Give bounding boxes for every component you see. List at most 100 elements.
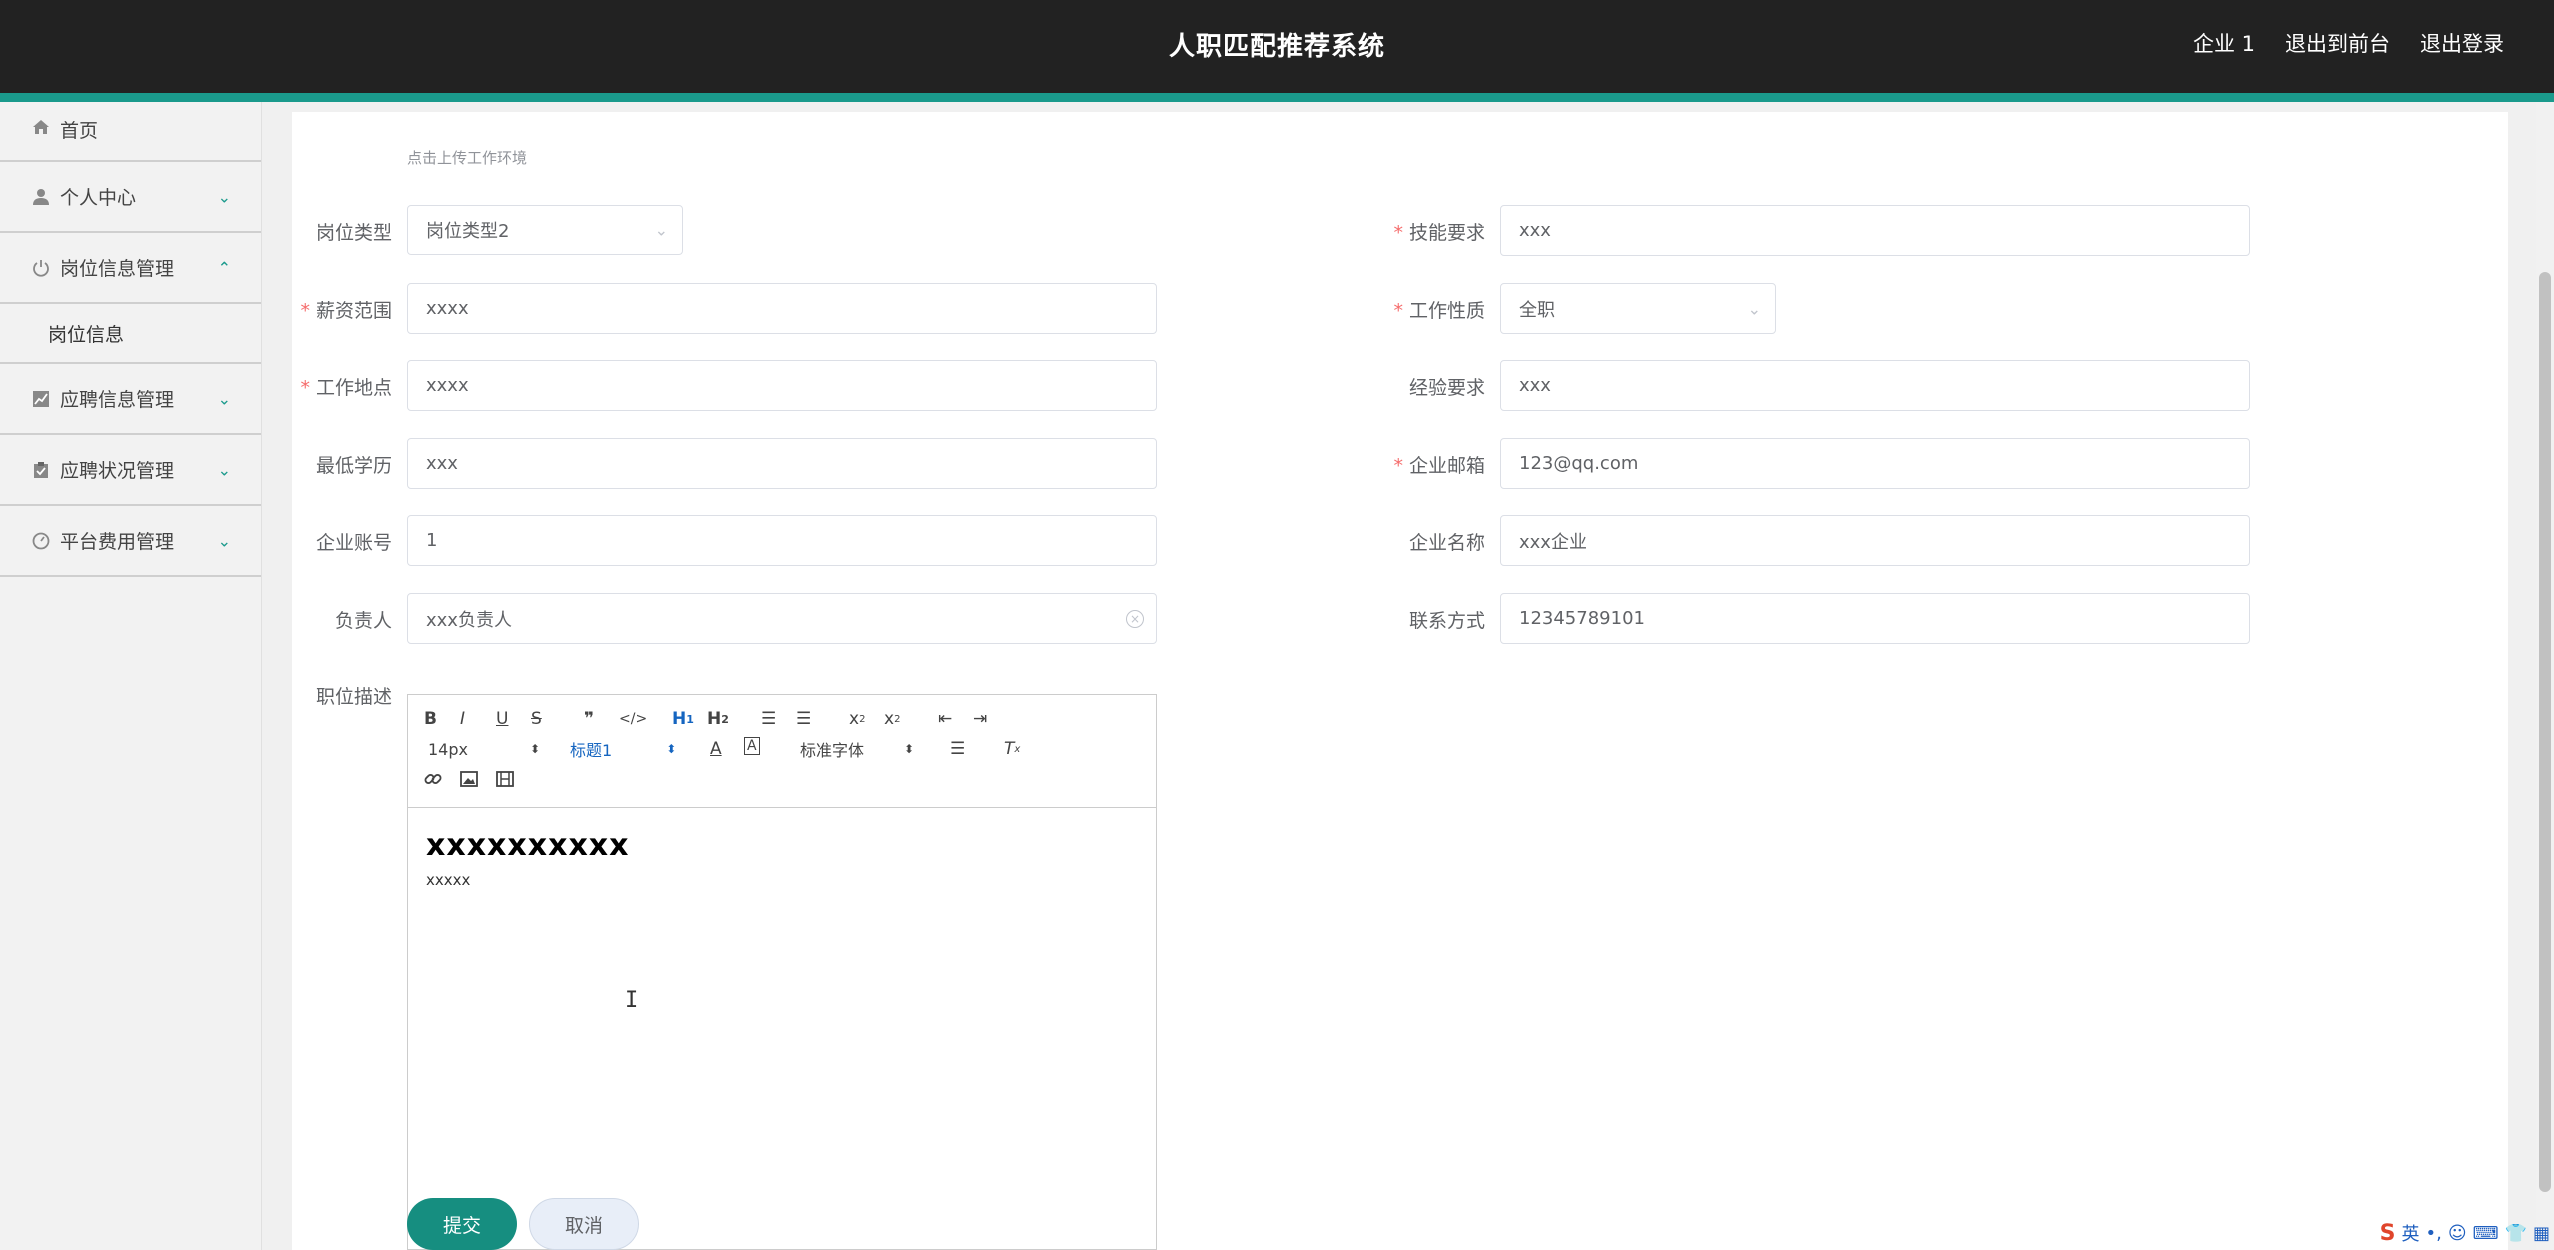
heading-select[interactable]: 标题1 ⬍ <box>570 737 676 761</box>
chevron-up-icon: ⌃ <box>217 258 231 277</box>
chevron-down-icon: ⌄ <box>654 220 668 240</box>
nav-logout[interactable]: 退出登录 <box>2420 28 2504 58</box>
indent-icon[interactable]: ⇥ <box>973 707 987 731</box>
skill-req-input[interactable]: xxx <box>1500 205 2250 256</box>
power-icon <box>30 257 52 279</box>
align-icon[interactable]: ☰ <box>950 737 965 761</box>
salary-input[interactable]: xxxx <box>407 283 1157 334</box>
company-name-input[interactable]: xxx企业 <box>1500 515 2250 566</box>
owner-input[interactable]: xxx负责人 × <box>407 593 1157 644</box>
job-type-select[interactable]: 岗位类型2 ⌄ <box>407 205 683 255</box>
text-cursor-icon: I <box>625 988 639 1013</box>
sidebar-item-job-info-management[interactable]: 岗位信息管理 ⌃ <box>0 233 261 304</box>
upload-work-environment-hint[interactable]: 点击上传工作环境 <box>407 147 527 168</box>
ime-logo-icon: S <box>2379 1220 2396 1246</box>
sidebar-item-label: 首页 <box>60 120 99 142</box>
clear-format-icon[interactable]: Tx <box>1004 737 1020 761</box>
italic-icon[interactable]: I <box>460 707 465 731</box>
location-input[interactable]: xxxx <box>407 360 1157 411</box>
sidebar-item-label: 个人中心 <box>60 187 137 209</box>
sidebar-item-personal-center[interactable]: 个人中心 ⌄ <box>0 162 261 233</box>
sidebar-item-application-status-management[interactable]: 应聘状况管理 ⌄ <box>0 435 261 506</box>
ime-punctuation-icon[interactable]: •, <box>2425 1223 2441 1244</box>
experience-label: 经验要求 <box>1408 377 1485 399</box>
chevron-down-icon: ⌄ <box>217 389 231 408</box>
education-input[interactable]: xxx <box>407 438 1157 489</box>
header-accent-strip <box>0 93 2554 102</box>
strike-icon[interactable]: S <box>531 707 542 731</box>
email-label: * 企业邮箱 <box>1393 455 1485 477</box>
editor-content[interactable]: xxxxxxxxxx xxxxx <box>408 808 1156 909</box>
ime-status-bar: S 英 •, ☺ ⌨ 👕 ▦ <box>2380 1218 2550 1248</box>
sidebar-item-label: 平台费用管理 <box>60 531 175 553</box>
header-nav: 企业 1 退出到前台 退出登录 <box>2193 28 2504 58</box>
font-family-select[interactable]: 标准字体 ⬍ <box>800 737 914 761</box>
sidebar-item-label: 应聘状况管理 <box>60 460 175 482</box>
education-label: 最低学历 <box>315 455 392 477</box>
email-input[interactable]: 123@qq.com <box>1500 438 2250 489</box>
sidebar-item-label: 岗位信息管理 <box>60 258 175 280</box>
chevron-down-icon: ⌄ <box>1747 299 1761 318</box>
bullet-list-icon[interactable]: ☰ <box>796 707 811 731</box>
ime-grid-icon[interactable]: ▦ <box>2533 1223 2550 1244</box>
cancel-button[interactable]: 取消 <box>529 1198 639 1250</box>
sidebar-item-application-info-management[interactable]: 应聘信息管理 ⌄ <box>0 364 261 435</box>
ime-keyboard-icon[interactable]: ⌨ <box>2473 1223 2499 1244</box>
location-label: * 工作地点 <box>300 377 392 399</box>
clear-icon[interactable]: × <box>1126 609 1144 628</box>
work-nature-select[interactable]: 全职 ⌄ <box>1500 283 1776 334</box>
account-label: 企业账号 <box>315 532 392 554</box>
owner-label: 负责人 <box>334 610 392 632</box>
link-icon[interactable] <box>424 767 442 791</box>
chevron-down-icon: ⌄ <box>217 460 231 479</box>
code-icon[interactable]: </> <box>619 707 647 731</box>
image-icon[interactable] <box>460 767 478 791</box>
chart-icon <box>30 388 52 410</box>
subscript-icon[interactable]: x2 <box>849 707 865 731</box>
submit-button[interactable]: 提交 <box>407 1198 517 1250</box>
gauge-icon <box>30 530 52 552</box>
superscript-icon[interactable]: x2 <box>884 707 900 731</box>
app-title: 人职匹配推荐系统 <box>1168 32 1385 62</box>
skill-req-label: * 技能要求 <box>1393 222 1485 244</box>
ordered-list-icon[interactable]: ☰ <box>761 707 776 731</box>
contact-label: 联系方式 <box>1408 610 1485 632</box>
page-scrollbar[interactable] <box>2536 102 2554 1250</box>
editor-heading-text: xxxxxxxxxx <box>426 828 630 863</box>
top-header: 人职匹配推荐系统 企业 1 退出到前台 退出登录 <box>0 0 2554 93</box>
blockquote-icon[interactable]: ❞ <box>584 707 594 731</box>
editor-paragraph-text: xxxxx <box>426 871 471 889</box>
h1-icon[interactable]: H1 <box>672 707 694 731</box>
video-icon[interactable] <box>496 767 514 791</box>
ime-language[interactable]: 英 <box>2401 1220 2419 1246</box>
experience-input[interactable]: xxx <box>1500 360 2250 411</box>
font-size-select[interactable]: 14px ⬍ <box>428 737 540 761</box>
work-nature-label: * 工作性质 <box>1393 300 1485 322</box>
text-color-icon[interactable]: A <box>710 737 722 761</box>
ime-emoji-icon[interactable]: ☺ <box>2448 1223 2467 1244</box>
contact-input[interactable]: 12345789101 <box>1500 593 2250 644</box>
job-type-label: 岗位类型 <box>315 222 392 244</box>
scrollbar-thumb[interactable] <box>2539 272 2551 1192</box>
account-input[interactable]: 1 <box>407 515 1157 566</box>
sidebar-item-home[interactable]: 首页 <box>0 102 261 162</box>
nav-company-user[interactable]: 企业 1 <box>2193 28 2255 58</box>
description-label: 职位描述 <box>315 686 392 708</box>
salary-label: * 薪资范围 <box>300 300 392 322</box>
bold-icon[interactable]: B <box>424 707 437 731</box>
h2-icon[interactable]: H2 <box>707 707 729 731</box>
rich-text-editor[interactable]: B I U S ❞ </> H1 H2 ☰ ☰ x2 x2 ⇤ ⇥ 14px ⬍ … <box>407 694 1157 1250</box>
sidebar-item-platform-fee-management[interactable]: 平台费用管理 ⌄ <box>0 506 261 577</box>
nav-exit-to-frontend[interactable]: 退出到前台 <box>2285 28 2390 58</box>
chevron-down-icon: ⌄ <box>217 531 231 550</box>
sidebar-item-label: 应聘信息管理 <box>60 389 175 411</box>
outdent-icon[interactable]: ⇤ <box>938 707 952 731</box>
sidebar: 首页 个人中心 ⌄ 岗位信息管理 ⌃ 岗位信息 应聘信息管理 ⌄ 应聘状况管理 … <box>0 102 262 1250</box>
home-icon <box>30 116 52 138</box>
company-name-label: 企业名称 <box>1408 532 1485 554</box>
sidebar-subitem-job-info[interactable]: 岗位信息 <box>0 304 261 364</box>
background-color-icon[interactable]: A <box>744 737 760 755</box>
ime-skin-icon[interactable]: 👕 <box>2505 1223 2527 1244</box>
user-icon <box>30 186 52 208</box>
underline-icon[interactable]: U <box>496 707 508 731</box>
